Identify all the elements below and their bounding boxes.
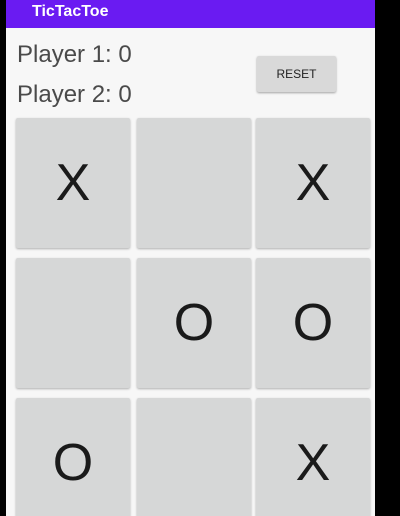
board-cell-0-0[interactable]: X [16, 118, 130, 248]
reset-button[interactable]: RESET [257, 56, 336, 92]
app-screen: TicTacToe Player 1: 0 Player 2: 0 RESET … [6, 0, 375, 516]
app-bar: TicTacToe [6, 0, 375, 28]
board-cell-0-1[interactable] [137, 118, 251, 248]
player-1-score: Player 1: 0 [17, 41, 132, 68]
board-cell-1-0[interactable] [16, 258, 130, 388]
board-cell-0-2[interactable]: X [256, 118, 370, 248]
board-cell-1-2[interactable]: O [256, 258, 370, 388]
board-cell-2-2[interactable]: X [256, 398, 370, 516]
app-title: TicTacToe [32, 3, 109, 20]
board-cell-2-1[interactable] [137, 398, 251, 516]
game-board: X X O O O X [16, 118, 371, 516]
board-cell-1-1[interactable]: O [137, 258, 251, 388]
player-2-score: Player 2: 0 [17, 81, 132, 108]
board-cell-2-0[interactable]: O [16, 398, 130, 516]
